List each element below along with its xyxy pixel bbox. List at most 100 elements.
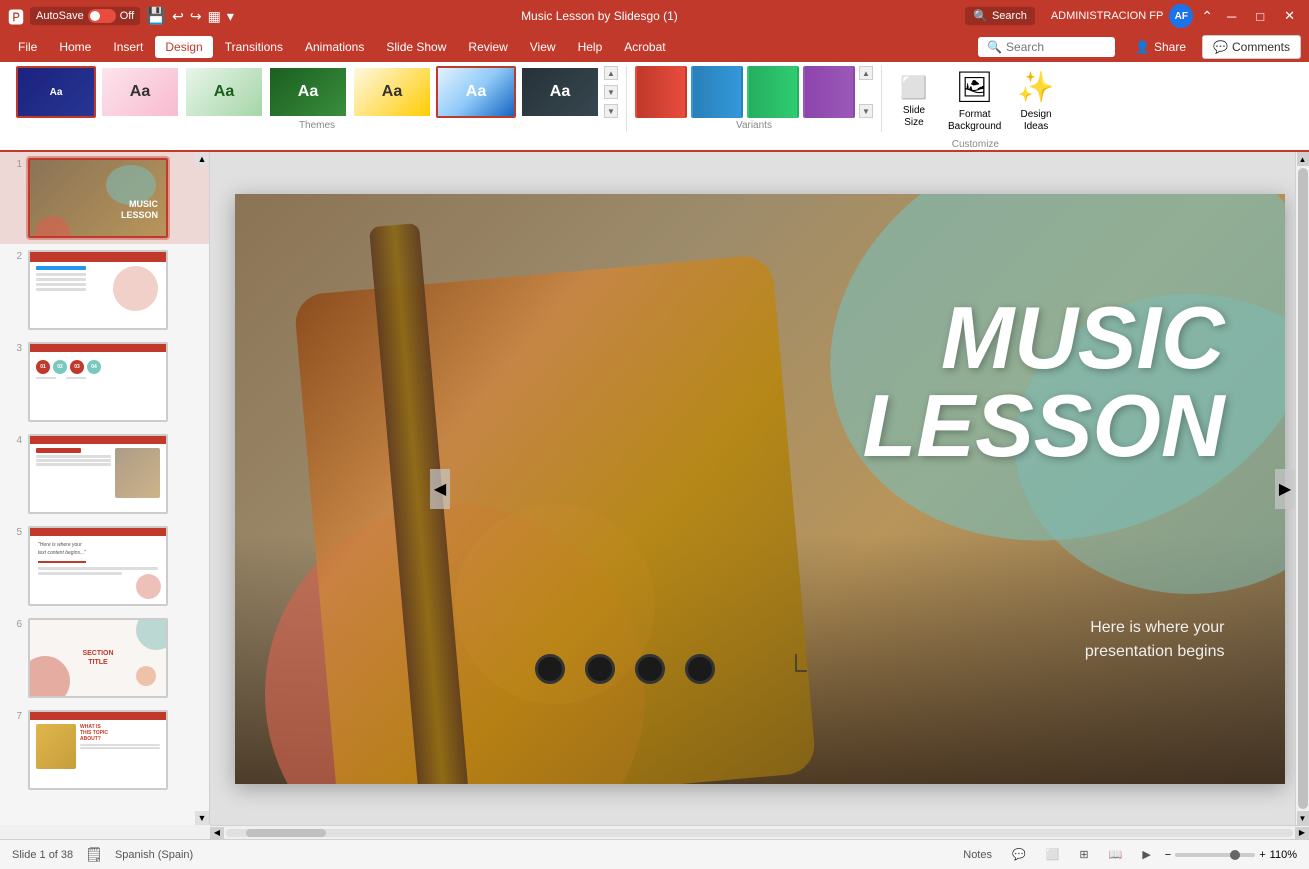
menu-acrobat[interactable]: Acrobat xyxy=(614,36,675,58)
format-background-button[interactable]: 🖼 FormatBackground xyxy=(942,66,1007,137)
slide-num-3: 3 xyxy=(8,342,22,356)
theme-6[interactable]: Aa xyxy=(436,66,516,118)
menu-insert[interactable]: Insert xyxy=(103,36,153,58)
header-actions: 👤 Share 💬 Comments xyxy=(1125,35,1301,59)
variants-label: Variants xyxy=(635,118,873,133)
themes-label: Themes xyxy=(16,118,618,133)
menu-review[interactable]: Review xyxy=(458,36,517,58)
vertical-scrollbar: ▲ ▼ xyxy=(1295,152,1309,825)
slide-num-6: 6 xyxy=(8,618,22,632)
scrollbar-down[interactable]: ▼ xyxy=(1297,811,1309,825)
save-icon[interactable]: 💾 xyxy=(146,6,166,26)
scrollbar-up[interactable]: ▲ xyxy=(1297,152,1309,166)
variant-2[interactable] xyxy=(691,66,743,118)
ribbon-content: Aa Aa Aa xyxy=(0,62,1309,132)
slide-thumb-3[interactable]: 3 01 02 03 04 xyxy=(0,336,209,428)
next-slide-button[interactable]: ▶ xyxy=(1275,469,1295,509)
search-title-bar[interactable]: 🔍 Search xyxy=(965,7,1035,25)
username-label: ADMINISTRACION FP xyxy=(1051,10,1163,22)
menu-animations[interactable]: Animations xyxy=(295,36,374,58)
present-icon[interactable]: ▦ xyxy=(208,8,221,25)
menu-help[interactable]: Help xyxy=(568,36,613,58)
ribbon-collapse-icon[interactable]: ⌃ xyxy=(1201,8,1213,25)
menu-slideshow[interactable]: Slide Show xyxy=(376,36,456,58)
menu-file[interactable]: File xyxy=(8,36,47,58)
search-input[interactable] xyxy=(1006,40,1106,54)
themes-scroll-up[interactable]: ▲ xyxy=(604,66,618,80)
slide-panel-scroll-down[interactable]: ▼ xyxy=(195,811,209,825)
variant-4[interactable] xyxy=(803,66,855,118)
slide-panel-scroll-up[interactable]: ▲ xyxy=(195,152,209,166)
variant-1[interactable] xyxy=(635,66,687,118)
slide-title-line2: LESSON xyxy=(863,382,1225,470)
menu-design[interactable]: Design xyxy=(155,36,212,58)
search-bar[interactable]: 🔍 xyxy=(978,37,1115,57)
theme-3[interactable]: Aa xyxy=(184,66,264,118)
avatar: AF xyxy=(1169,4,1193,28)
share-icon: 👤 xyxy=(1135,40,1150,54)
minimize-button[interactable]: ─ xyxy=(1221,7,1242,26)
slide-subtitle: Here is where yourpresentation begins xyxy=(1085,616,1225,664)
hscroll-left[interactable]: ◀ xyxy=(210,827,224,839)
search-title-icon: 🔍 xyxy=(973,9,988,23)
theme-1[interactable]: Aa xyxy=(16,66,96,118)
autosave-toggle[interactable] xyxy=(88,9,116,23)
hscroll-thumb[interactable] xyxy=(246,829,326,837)
menu-transitions[interactable]: Transitions xyxy=(215,36,293,58)
slide-img-6: SECTIONTITLE xyxy=(28,618,168,698)
customize-qat-icon[interactable]: ▾ xyxy=(227,8,234,25)
format-background-label: FormatBackground xyxy=(948,109,1001,133)
theme-4[interactable]: Aa xyxy=(268,66,348,118)
slide-thumb-2[interactable]: 2 xyxy=(0,244,209,336)
themes-more[interactable]: ▼ xyxy=(604,104,618,118)
slide-size-button[interactable]: ⬜ SlideSize xyxy=(890,71,938,133)
slide-num-1: 1 xyxy=(8,158,22,172)
undo-icon[interactable]: ↩ xyxy=(172,8,184,25)
user-info: ADMINISTRACION FP AF xyxy=(1051,4,1193,28)
theme-2[interactable]: Aa xyxy=(100,66,180,118)
themes-grid: Aa Aa Aa xyxy=(16,66,600,118)
themes-scroll-down[interactable]: ▼ xyxy=(604,85,618,99)
restore-button[interactable]: □ xyxy=(1250,7,1270,26)
variants-grid xyxy=(635,66,855,118)
slide-thumb-4[interactable]: 4 xyxy=(0,428,209,520)
customize-section: ⬜ SlideSize 🖼 FormatBackground ✨ DesignI… xyxy=(882,66,1069,132)
theme-7[interactable]: Aa xyxy=(520,66,600,118)
design-ideas-icon: ✨ xyxy=(1017,70,1054,105)
autosave-state: Off xyxy=(120,10,134,22)
theme-5[interactable]: Aa xyxy=(352,66,432,118)
window-title: Music Lesson by Slidesgo (1) xyxy=(521,9,678,23)
variants-scroll-down[interactable]: ▼ xyxy=(859,104,873,118)
slide-thumb-7[interactable]: 7 WHAT ISTHIS TOPICABOUT? xyxy=(0,704,209,796)
customize-content: ⬜ SlideSize 🖼 FormatBackground ✨ DesignI… xyxy=(890,66,1061,137)
menu-view[interactable]: View xyxy=(520,36,566,58)
slide-thumb-5[interactable]: 5 "Here is where yourtext content begins… xyxy=(0,520,209,612)
comments-button[interactable]: 💬 Comments xyxy=(1202,35,1301,59)
guitar-body xyxy=(293,254,816,784)
menu-bar: File Home Insert Design Transitions Anim… xyxy=(0,32,1309,62)
hscroll-right[interactable]: ▶ xyxy=(1295,827,1309,839)
design-ideas-button[interactable]: ✨ DesignIdeas xyxy=(1011,66,1060,137)
comments-icon: 💬 xyxy=(1213,40,1228,54)
share-button[interactable]: 👤 Share xyxy=(1125,36,1196,58)
scrollbar-thumb[interactable] xyxy=(1298,168,1308,809)
slide-thumb-1[interactable]: 1 MUSICLESSON xyxy=(0,152,209,244)
variant-3[interactable] xyxy=(747,66,799,118)
slide-num-5: 5 xyxy=(8,526,22,540)
search-title-label: Search xyxy=(992,10,1027,22)
cursor-indicator xyxy=(795,654,807,672)
slide-thumb-6[interactable]: 6 SECTIONTITLE xyxy=(0,612,209,704)
slide-img-7: WHAT ISTHIS TOPICABOUT? xyxy=(28,710,168,790)
variants-section: ▲ ▼ Variants xyxy=(627,66,882,132)
variants-scroll-up[interactable]: ▲ xyxy=(859,66,873,80)
menu-home[interactable]: Home xyxy=(49,36,101,58)
slide-title-line1: MUSIC xyxy=(863,294,1225,382)
variant-scroll: ▲ ▼ xyxy=(859,66,873,118)
close-button[interactable]: ✕ xyxy=(1278,6,1301,26)
prev-slide-button[interactable]: ◀ xyxy=(430,469,450,509)
themes-content: Aa Aa Aa xyxy=(16,66,618,118)
design-ideas-label: DesignIdeas xyxy=(1020,109,1051,133)
slide-title: MUSIC LESSON xyxy=(863,294,1225,470)
redo-icon[interactable]: ↪ xyxy=(190,8,202,25)
slide-panel: ▲ 1 MUSICLESSON 2 xyxy=(0,152,210,825)
